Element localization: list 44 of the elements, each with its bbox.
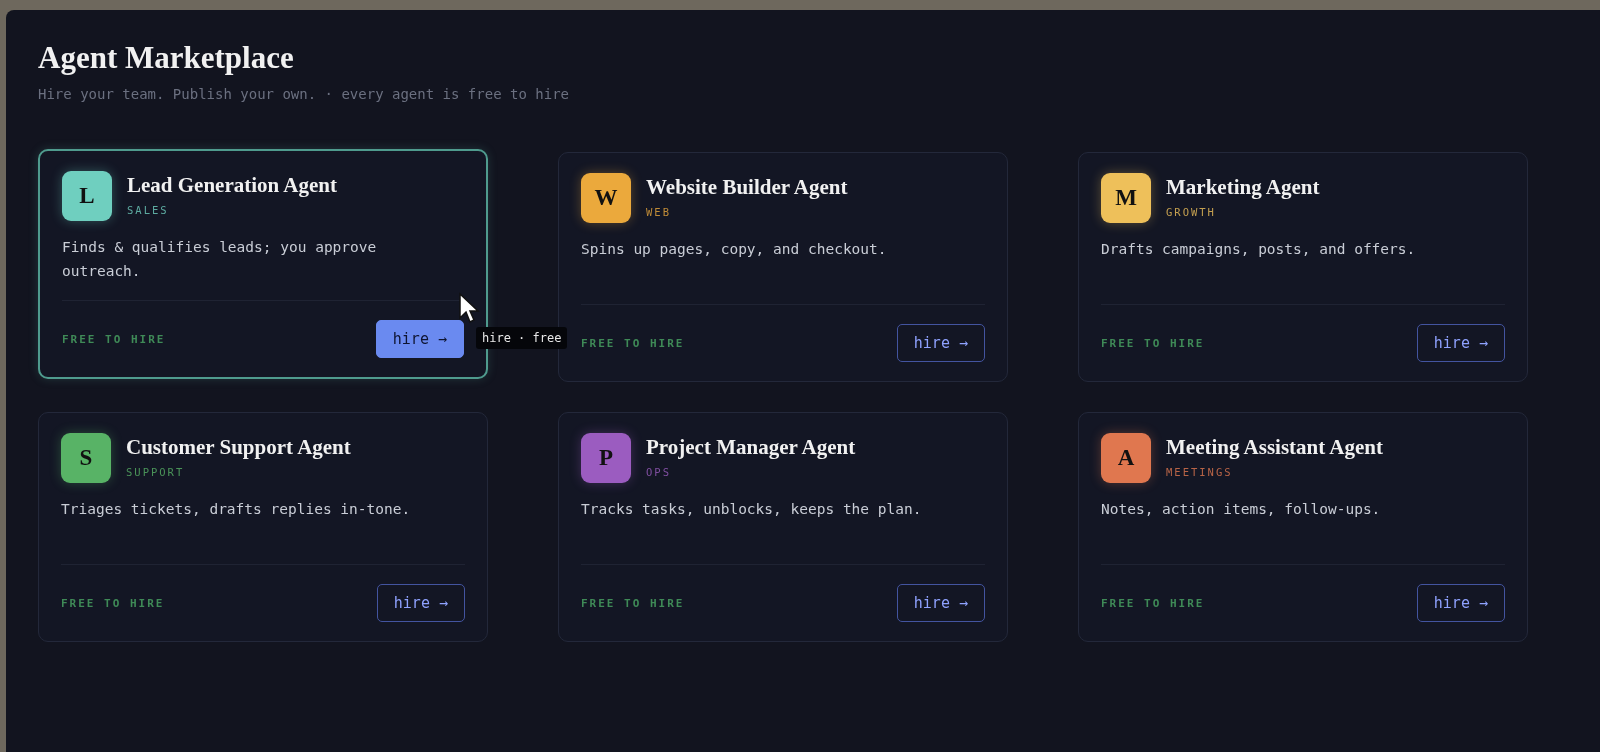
agent-avatar: L [62, 171, 112, 221]
agent-description: Triages tickets, drafts replies in-tone. [61, 500, 412, 519]
agent-avatar: M [1101, 173, 1151, 223]
agent-name: Marketing Agent [1166, 175, 1320, 200]
agent-description: Drafts campaigns, posts, and offers. [1101, 240, 1417, 259]
agent-description: Finds & qualifies leads; you approve outreach. [62, 238, 378, 281]
page-subtitle: Hire your team. Publish your own. · every agent is free to hire [38, 86, 569, 102]
agent-category: GROWTH [1166, 206, 1216, 218]
agent-description: Spins up pages, copy, and checkout. [581, 240, 888, 259]
agent-avatar: S [61, 433, 111, 483]
agent-category: MEETINGS [1166, 466, 1233, 478]
hire-button[interactable]: hire → [896, 584, 985, 622]
availability-label: FREE TO HIRE [1101, 596, 1205, 610]
hire-button[interactable]: hire → [376, 584, 465, 622]
agent-avatar: P [581, 433, 631, 483]
agent-description: Tracks tasks, unblocks, keeps the plan. [581, 500, 923, 519]
agent-name: Project Manager Agent [646, 435, 856, 460]
agent-category: OPS [646, 466, 671, 478]
hire-button[interactable]: hire → [1416, 584, 1505, 622]
agent-category: SUPPORT [126, 466, 185, 478]
hire-button[interactable]: hire → [1416, 324, 1505, 362]
availability-label: FREE TO HIRE [1101, 336, 1205, 350]
availability-label: FREE TO HIRE [62, 332, 166, 346]
agent-card[interactable]: A Meeting Assistant Agent MEETINGS Notes, action items, follow-ups. FREE TO HIRE hire → [1078, 412, 1528, 642]
availability-label: FREE TO HIRE [581, 336, 685, 350]
agent-name: Customer Support Agent [126, 435, 351, 460]
agent-card[interactable]: S Customer Support Agent SUPPORT Triages tickets, drafts replies in-tone. FREE TO HIRE hire → [38, 412, 488, 642]
agent-name: Website Builder Agent [646, 175, 848, 200]
availability-label: FREE TO HIRE [61, 596, 165, 610]
agent-category: SALES [127, 204, 169, 216]
agent-avatar: A [1101, 433, 1151, 483]
hire-button[interactable]: hire → [375, 320, 464, 358]
agent-name: Meeting Assistant Agent [1166, 435, 1383, 460]
cursor-icon [458, 292, 480, 324]
agent-card[interactable]: M Marketing Agent GROWTH Drafts campaigns, posts, and offers. FREE TO HIRE hire → [1078, 152, 1528, 382]
agent-name: Lead Generation Agent [127, 173, 337, 198]
agent-avatar: W [581, 173, 631, 223]
availability-label: FREE TO HIRE [581, 596, 685, 610]
agent-description: Notes, action items, follow-ups. [1101, 500, 1382, 519]
tooltip: hire · free [476, 327, 568, 349]
page-title: Agent Marketplace [38, 40, 294, 76]
agent-category: WEB [646, 206, 671, 218]
hire-button[interactable]: hire → [896, 324, 985, 362]
agent-card[interactable]: P Project Manager Agent OPS Tracks tasks, unblocks, keeps the plan. FREE TO HIRE hire → [558, 412, 1008, 642]
